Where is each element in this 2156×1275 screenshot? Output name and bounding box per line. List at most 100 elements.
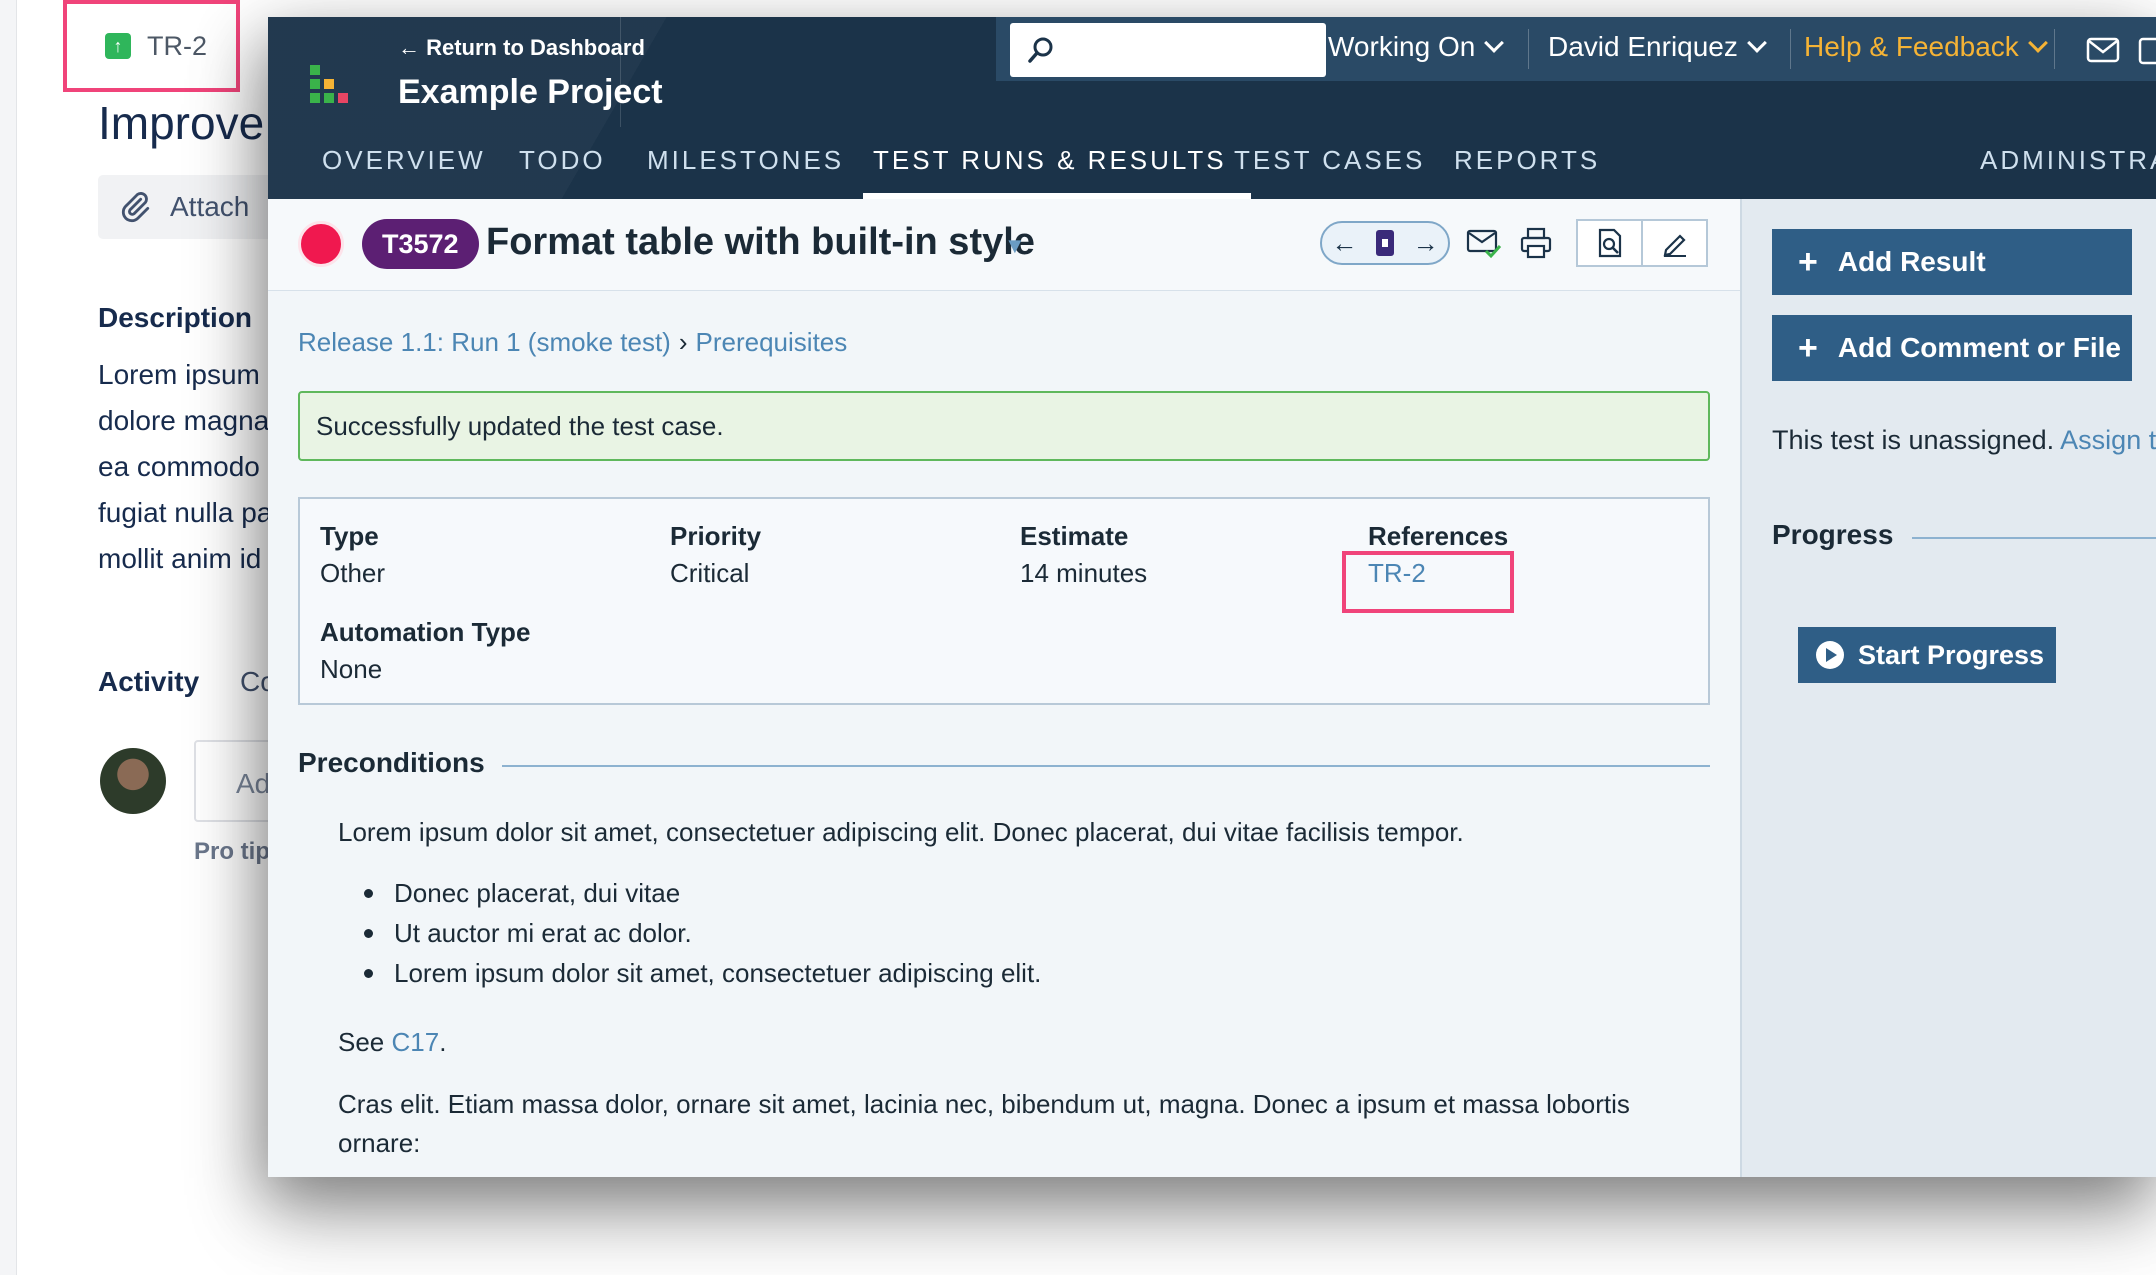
list-item: Lorem ipsum dolor sit amet, consectetuer… <box>364 953 1041 993</box>
header: ← Return to Dashboard Example Project Wo… <box>268 17 2156 199</box>
help-feedback-menu[interactable]: Help & Feedback <box>1804 31 2048 63</box>
property-value: None <box>320 654 383 684</box>
return-to-dashboard-link[interactable]: ← Return to Dashboard <box>398 35 645 61</box>
right-sidebar: + Add Result + Add Comment or File This … <box>1740 199 2156 1177</box>
issue-key[interactable]: TR-2 <box>147 31 207 62</box>
chevron-down-icon <box>2027 33 2048 53</box>
help-feedback-label: Help & Feedback <box>1804 31 2019 62</box>
breadcrumb-section-link[interactable]: Prerequisites <box>696 327 848 357</box>
section-divider <box>1912 537 2156 539</box>
mail-icon[interactable] <box>2086 37 2120 63</box>
print-icon[interactable] <box>1516 223 1556 263</box>
clipboard-icon[interactable] <box>2138 35 2156 65</box>
tab-todo[interactable]: TODO <box>519 145 606 199</box>
description-heading: Description <box>98 302 253 333</box>
search-input[interactable] <box>1010 23 1326 77</box>
tab-test-cases[interactable]: TEST CASES <box>1234 145 1425 199</box>
edit-button[interactable] <box>1643 221 1706 265</box>
progress-heading: Progress <box>1772 519 1894 550</box>
pencil-icon <box>1663 234 1686 257</box>
preconditions-closing: Cras elit. Etiam massa dolor, ornare sit… <box>338 1089 1630 1158</box>
property-type: Type Other <box>320 521 385 589</box>
test-title-bar: T3572 Format table with built-in style ▼… <box>268 199 1740 291</box>
document-search-icon <box>1598 228 1621 258</box>
next-arrow-icon[interactable]: → <box>1413 228 1439 259</box>
test-properties: Type Other Priority Critical Estimate 14… <box>298 497 1710 705</box>
preconditions-intro: Lorem ipsum dolor sit amet, consectetuer… <box>338 817 1464 847</box>
issue-key-highlight[interactable]: ↑ TR-2 <box>63 0 240 92</box>
story-arrow-icon: ↑ <box>105 33 131 59</box>
working-on-label: Working On <box>1328 31 1476 62</box>
chevron-down-icon <box>1746 33 1767 53</box>
paperclip-icon <box>121 191 150 223</box>
test-navigation: ← → <box>1320 221 1450 265</box>
user-name: David Enriquez <box>1548 31 1738 62</box>
testrail-logo-icon <box>310 65 350 105</box>
project-name: Example Project <box>398 73 663 111</box>
testrail-window: ← Return to Dashboard Example Project Wo… <box>268 17 2156 1177</box>
success-message: Successfully updated the test case. <box>298 391 1710 461</box>
property-value: 14 minutes <box>1020 558 1148 588</box>
see-suffix: . <box>439 1027 447 1057</box>
see-prefix: See <box>338 1027 385 1057</box>
main-nav: OVERVIEW TODO MILESTONES TEST RUNS & RES… <box>268 145 2156 199</box>
background-left-sidebar <box>0 0 17 1275</box>
property-automation-type: Automation Type None <box>320 617 530 685</box>
property-label: References <box>1368 521 1509 551</box>
list-item: Donec placerat, dui vitae <box>364 873 1041 913</box>
tab-milestones[interactable]: MILESTONES <box>647 145 844 199</box>
case-link[interactable]: C17 <box>392 1027 440 1057</box>
add-comment-label: Add Comment or File <box>1837 332 2121 363</box>
assignment-status: This test is unassigned. Assign t <box>1772 425 2156 456</box>
property-value: Critical <box>670 558 750 588</box>
preconditions-heading: Preconditions <box>298 747 485 778</box>
preconditions-list: Donec placerat, dui vitae Ut auctor mi e… <box>364 873 1041 993</box>
topbar-divider <box>1528 29 1529 69</box>
topbar-divider <box>2054 29 2055 69</box>
mail-check-icon[interactable] <box>1464 223 1504 263</box>
list-item: Ut auctor mi erat ac dolor. <box>364 913 1041 953</box>
add-result-label: Add Result <box>1837 246 1986 277</box>
tab-administration[interactable]: ADMINISTRAT <box>1980 145 2156 199</box>
attach-button[interactable]: Attach <box>98 175 278 239</box>
activity-heading: Activity <box>98 666 200 697</box>
property-priority: Priority Critical <box>670 521 761 589</box>
test-title: Format table with built-in style <box>486 221 1035 263</box>
reference-highlight-box <box>1342 551 1514 613</box>
breadcrumb: Release 1.1: Run 1 (smoke test) › Prerequi… <box>298 327 847 358</box>
avatar <box>100 748 166 814</box>
search-icon <box>1028 37 1053 63</box>
tab-test-runs-results[interactable]: TEST RUNS & RESULTS <box>863 145 1251 199</box>
title-dropdown-icon[interactable]: ▼ <box>1004 233 1026 259</box>
pro-tip: Pro tip <box>194 838 270 865</box>
tab-overview[interactable]: OVERVIEW <box>322 145 486 199</box>
topbar-divider <box>1790 29 1791 69</box>
property-label: Priority <box>670 521 762 551</box>
view-edit-buttons <box>1576 219 1708 267</box>
add-result-button[interactable]: + Add Result <box>1772 229 2132 295</box>
play-icon <box>1816 641 1844 669</box>
chevron-down-icon <box>1484 33 1505 53</box>
section-divider <box>502 765 1710 767</box>
clipboard-icon[interactable] <box>1375 230 1394 256</box>
previous-arrow-icon[interactable]: ← <box>1331 228 1357 259</box>
add-comment-button[interactable]: + Add Comment or File <box>1772 315 2132 381</box>
plus-icon: + <box>1798 329 1818 367</box>
test-id-badge: T3572 <box>362 219 479 269</box>
preconditions-see: See C17. <box>338 1023 1710 1062</box>
property-label: Estimate <box>1020 521 1129 551</box>
working-on-menu[interactable]: Working On <box>1328 31 1505 63</box>
start-progress-button[interactable]: Start Progress <box>1798 627 2056 683</box>
assign-link[interactable]: Assign t <box>2060 425 2156 455</box>
breadcrumb-separator: › <box>678 327 688 357</box>
property-value: Other <box>320 558 386 588</box>
test-detail-panel: T3572 Format table with built-in style ▼… <box>268 199 1740 1177</box>
start-progress-label: Start Progress <box>1858 639 2045 670</box>
tab-reports[interactable]: REPORTS <box>1454 145 1600 199</box>
preview-button[interactable] <box>1578 221 1643 265</box>
breadcrumb-run-link[interactable]: Release 1.1: Run 1 (smoke test) <box>298 327 671 357</box>
unassigned-text: This test is unassigned. <box>1772 425 2055 455</box>
user-menu[interactable]: David Enriquez <box>1548 31 1767 63</box>
property-estimate: Estimate 14 minutes <box>1020 521 1147 589</box>
issue-title: Improve <box>98 97 265 149</box>
